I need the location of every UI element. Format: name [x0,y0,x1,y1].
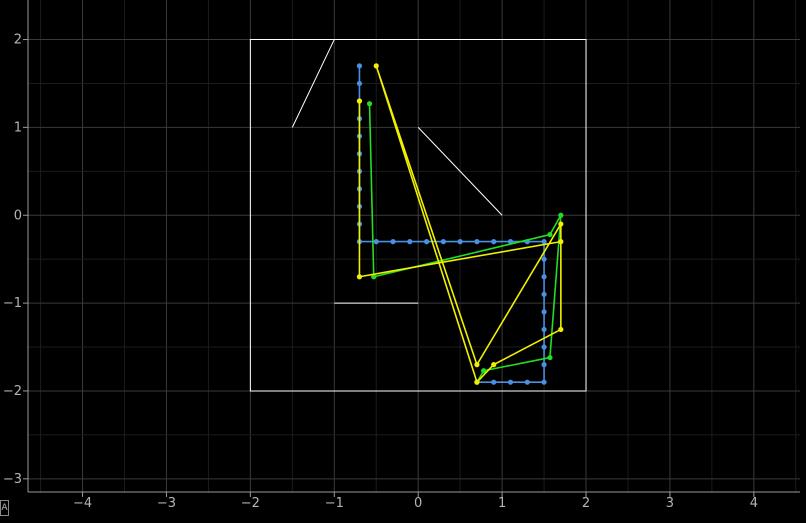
series-2-point [558,221,564,227]
x-tick-label: 1 [498,496,506,511]
series-0-point [356,80,363,87]
xy-plot[interactable]: −4 −3 −2 −1 0 1 2 3 4 −3 −2 −1 0 1 2 [0,0,806,523]
series-2-point [356,98,363,104]
series-0-point [541,344,547,350]
series-0-point [457,239,463,245]
series-0-point [541,326,547,333]
series-0-point [507,379,514,385]
series-2-point [491,362,497,368]
tick-labels: −4 −3 −2 −1 0 1 2 3 4 −3 −2 −1 0 1 2 [3,33,758,511]
series-0-point [474,239,480,245]
autoscale-icon[interactable]: A [0,500,9,516]
y-tick-label: −2 [3,384,22,399]
series-1-line [368,103,562,383]
x-tick-label: −4 [73,496,92,511]
series-0-point [491,239,497,245]
series-0-point [541,379,547,385]
series-0-point [541,309,547,315]
series-2-point [373,63,379,69]
x-tick-label: 0 [414,496,422,511]
y-tick-label: −3 [3,472,22,487]
y-tick-label: −1 [3,296,22,311]
series-1-point [366,101,373,107]
series-0-point [423,239,430,245]
series-2-point [558,239,564,245]
series-0-point [541,274,547,280]
x-tick-label: 3 [666,496,674,511]
series-0-line [358,65,545,383]
series-2-point [474,362,480,368]
series-0-point [407,239,413,245]
series-0-point [390,239,396,245]
series-0-point [373,239,379,245]
series-2-point [474,379,480,385]
series-0-point [524,379,530,385]
series-0-point [491,379,497,385]
x-tick-label: 2 [582,496,590,511]
series-2-point [558,326,564,333]
axes [23,0,800,497]
series-1-point [558,212,564,218]
series-0-point [541,291,547,297]
grid [28,0,800,492]
series-0-point [541,362,547,368]
y-tick-label: 0 [14,208,22,223]
series-0-point [440,239,446,245]
x-tick-label: −3 [157,496,176,511]
y-tick-label: 2 [14,33,22,48]
series-2-point [356,274,363,280]
series-1-point [547,231,553,238]
y-tick-label: 1 [14,120,22,135]
x-tick-label: −1 [325,496,344,511]
x-tick-label: −2 [241,496,260,511]
series-0-point [356,63,363,69]
series-1-point [547,354,553,361]
series-0-point [541,256,547,262]
x-tick-label: 4 [750,496,758,511]
